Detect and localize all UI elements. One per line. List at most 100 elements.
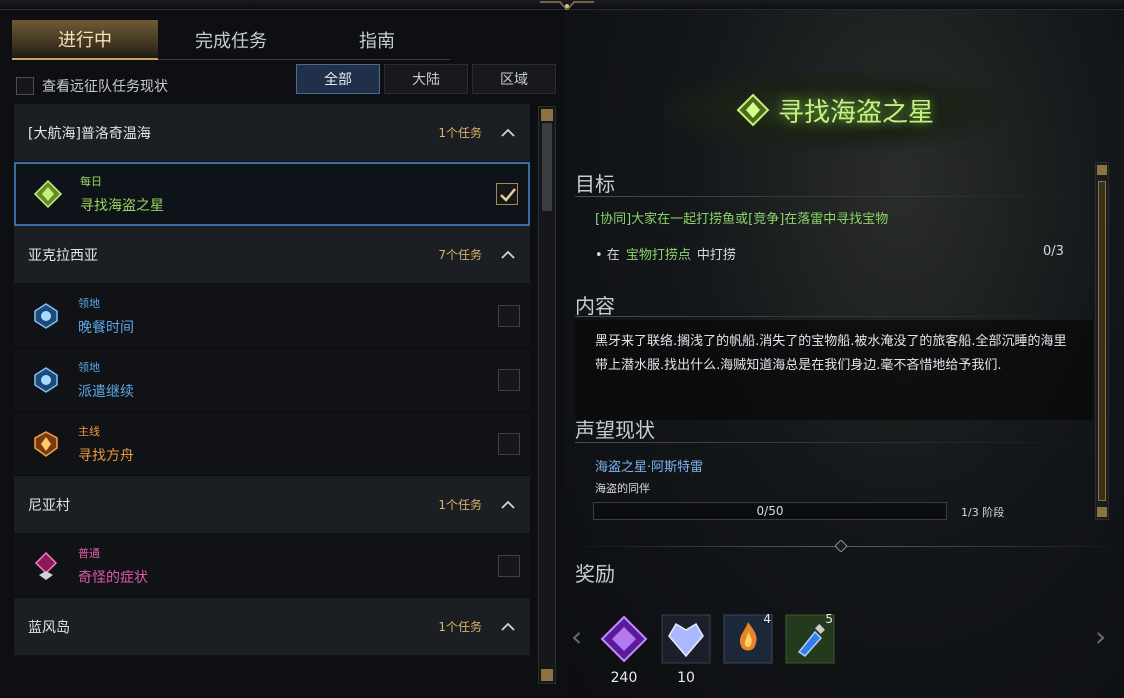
expedition-checkbox-row[interactable]: 查看远征队任务现状 — [16, 76, 168, 96]
reputation-progress-bar: 0/50 — [593, 502, 947, 520]
quest-track-checkbox[interactable] — [498, 432, 520, 455]
chevron-up-icon[interactable] — [500, 497, 516, 513]
reputation-progress-text: 0/50 — [756, 504, 784, 518]
reward-count: 4 — [763, 612, 771, 626]
quest-detail-panel: 寻找海盗之星 目标 [协同]大家在一起打捞鱼或[竞争]在落雷中寻找宝物 • 在宝… — [565, 10, 1124, 698]
reputation-name: 海盗之星·阿斯特雷 — [595, 460, 704, 475]
territory-quest-icon — [28, 298, 64, 334]
quest-title: 寻找海盗之星 — [777, 97, 934, 128]
daily-quest-icon — [30, 176, 66, 212]
quest-type: 主线 — [78, 424, 100, 438]
divider — [575, 442, 1095, 443]
quest-track-checkbox[interactable] — [498, 554, 520, 577]
scroll-thumb[interactable] — [1098, 181, 1106, 501]
diamond-ornament-icon — [835, 540, 847, 552]
quest-content-text: 黑牙来了联络.搁浅了的帆船.消失了的宝物船.被水淹没了的旅客船.全部沉睡的海里带… — [575, 320, 1093, 420]
reputation-sub: 海盗的同伴 — [595, 482, 650, 495]
chevron-up-icon[interactable] — [500, 125, 516, 141]
tab-completed[interactable]: 完成任务 — [158, 20, 304, 60]
quest-group-header[interactable]: 尼亚村 1个任务 — [14, 476, 530, 534]
purple-crystal-icon — [600, 615, 648, 663]
quest-item[interactable]: 主线 寻找方舟 — [14, 412, 530, 476]
main-quest-icon — [28, 426, 64, 462]
quest-item[interactable]: 领地 晚餐时间 — [14, 284, 530, 348]
scroll-down-arrow[interactable] — [541, 669, 553, 681]
divider — [575, 196, 1095, 197]
chevron-up-icon[interactable] — [500, 619, 516, 635]
normal-quest-icon — [28, 548, 64, 584]
reward-count: 5 — [825, 612, 833, 626]
group-title: [大航海]普洛奇温海 — [28, 125, 151, 142]
quest-list: [大航海]普洛奇温海 1个任务 每日 寻找海盗之星 亚克拉西亚 7个任务 领地 … — [14, 104, 530, 684]
quest-track-checkbox[interactable] — [498, 304, 520, 327]
quest-name: 寻找方舟 — [78, 447, 134, 464]
expedition-checkbox-label: 查看远征队任务现状 — [42, 79, 168, 95]
top-bar — [0, 0, 1124, 12]
group-count: 7个任务 — [438, 248, 482, 262]
quest-group-header[interactable]: 亚克拉西亚 7个任务 — [14, 226, 530, 284]
region-filters: 全部 大陆 区域 — [296, 64, 556, 94]
filter-continent[interactable]: 大陆 — [384, 64, 468, 94]
group-count: 1个任务 — [438, 498, 482, 512]
objective-heading: 目标 — [575, 172, 615, 196]
expedition-checkbox[interactable] — [16, 77, 34, 95]
group-title: 蓝风岛 — [28, 619, 70, 636]
quest-list-scrollbar[interactable] — [538, 106, 556, 684]
scroll-down-arrow[interactable] — [1097, 507, 1107, 517]
check-icon — [500, 188, 516, 202]
reward-item[interactable] — [599, 614, 649, 664]
quest-title-banner: 寻找海盗之星 — [665, 70, 1005, 150]
filter-all[interactable]: 全部 — [296, 64, 380, 94]
reward-value: 240 — [610, 670, 638, 686]
reputation-stage: 1/3 阶段 — [961, 506, 1005, 519]
scroll-up-arrow[interactable] — [1097, 165, 1107, 175]
quest-group-header[interactable]: [大航海]普洛奇温海 1个任务 — [14, 104, 530, 162]
sub-objective-prefix: • 在 — [595, 248, 620, 263]
quest-tabs: 进行中 完成任务 指南 — [12, 20, 452, 60]
tab-in-progress[interactable]: 进行中 — [12, 20, 158, 60]
territory-quest-icon — [28, 362, 64, 398]
reward-item[interactable] — [661, 614, 711, 664]
scroll-up-arrow[interactable] — [541, 109, 553, 121]
reward-value: 10 — [677, 670, 695, 686]
quest-item[interactable]: 每日 寻找海盗之星 — [14, 162, 530, 226]
quest-item[interactable]: 普通 奇怪的症状 — [14, 534, 530, 598]
quest-track-checkbox[interactable] — [498, 368, 520, 391]
quest-type: 每日 — [80, 175, 102, 188]
detail-scrollbar[interactable] — [1095, 162, 1109, 520]
group-title: 亚克拉西亚 — [28, 247, 98, 264]
quest-name: 派遣继续 — [78, 383, 134, 400]
quest-type: 领地 — [78, 296, 100, 310]
daily-quest-icon — [736, 93, 770, 127]
quest-name: 寻找海盗之星 — [80, 198, 164, 214]
quest-group-header[interactable]: 蓝风岛 1个任务 — [14, 598, 530, 656]
rewards-prev-arrow-icon[interactable]: ‹ — [571, 620, 582, 653]
sub-objective-suffix: 中打捞 — [696, 248, 736, 263]
content-heading: 内容 — [575, 294, 615, 318]
sub-objective-highlight: 宝物打捞点 — [625, 248, 691, 263]
reward-item[interactable]: 5 — [785, 612, 835, 664]
sub-objective-progress: 0/3 — [1043, 244, 1064, 259]
chevron-up-icon[interactable] — [500, 247, 516, 263]
reputation-heading: 声望现状 — [575, 418, 655, 442]
scroll-thumb[interactable] — [542, 123, 552, 211]
tab-guide[interactable]: 指南 — [304, 20, 450, 60]
quest-track-checkbox[interactable] — [496, 183, 518, 205]
filter-region[interactable]: 区域 — [472, 64, 556, 94]
group-count: 1个任务 — [438, 126, 482, 140]
rewards-next-arrow-icon[interactable]: › — [1095, 620, 1106, 653]
sub-objective: • 在宝物打捞点 中打捞 — [595, 244, 736, 263]
reward-item[interactable]: 4 — [723, 612, 773, 664]
quest-type: 领地 — [78, 360, 100, 374]
quest-list-panel: 进行中 完成任务 指南 查看远征队任务现状 全部 大陆 区域 [大航海]普洛奇温… — [0, 10, 565, 698]
quest-name: 奇怪的症状 — [78, 569, 148, 586]
quest-item[interactable]: 领地 派遣继续 — [14, 348, 530, 412]
quest-type: 普通 — [78, 546, 100, 560]
blue-gem-icon — [661, 614, 711, 664]
rewards-heading: 奖励 — [575, 562, 615, 586]
group-count: 1个任务 — [438, 620, 482, 634]
divider — [575, 316, 1095, 317]
group-title: 尼亚村 — [28, 497, 70, 514]
objective-text: [协同]大家在一起打捞鱼或[竞争]在落雷中寻找宝物 — [595, 212, 889, 227]
quest-name: 晚餐时间 — [78, 319, 134, 336]
